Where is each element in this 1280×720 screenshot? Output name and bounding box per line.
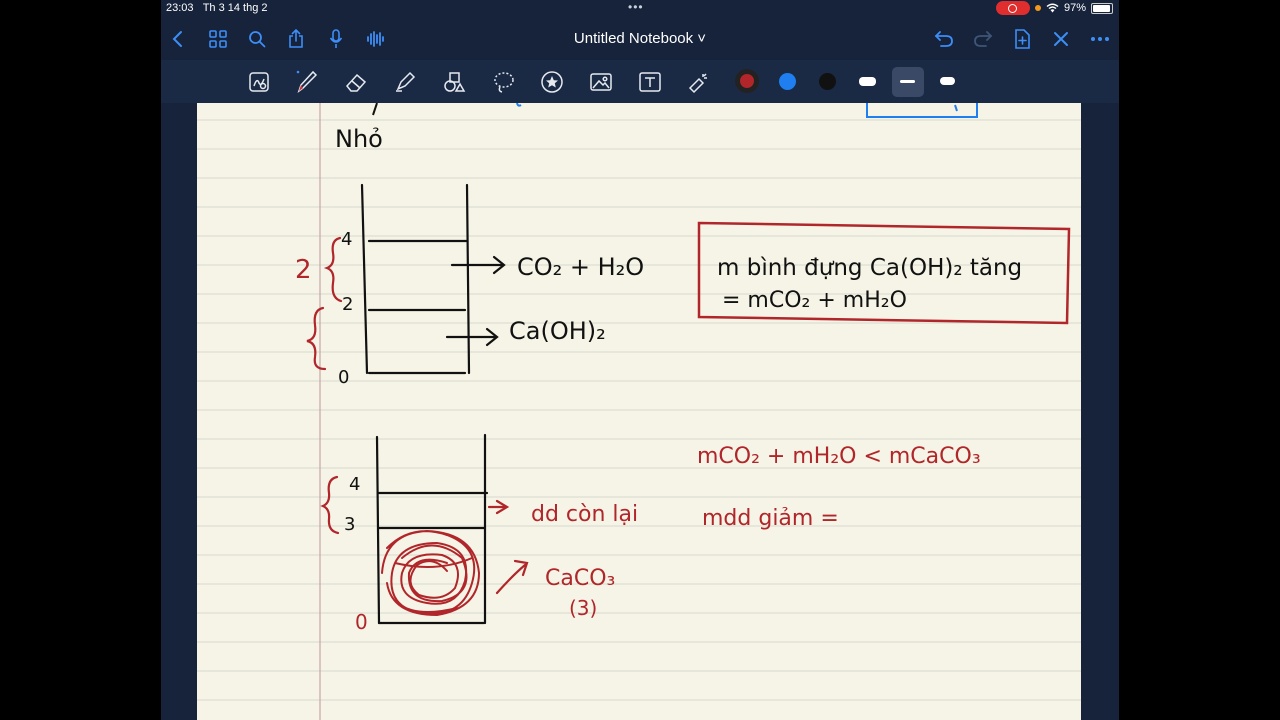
ink-stroke-blue-top bbox=[516, 103, 522, 107]
brace-upper bbox=[323, 236, 343, 303]
color-swatch-blue[interactable] bbox=[779, 73, 796, 90]
status-date: Th 3 14 thg 2 bbox=[202, 2, 268, 14]
drawing-toolbar bbox=[161, 60, 1119, 103]
note-mdd-giam: mdd giảm = bbox=[702, 506, 839, 531]
box-line-1: m bình đựng Ca(OH)₂ tăng bbox=[717, 255, 1022, 281]
d1-label-0: 0 bbox=[338, 367, 349, 388]
stroke-width-thick[interactable] bbox=[940, 77, 955, 85]
stroke-width-thin[interactable] bbox=[859, 77, 876, 86]
note-mass-comparison: mCO₂ + mH₂O < mCaCO₃ bbox=[697, 444, 981, 469]
d2-output-dd-con-lai: dd còn lại bbox=[531, 502, 638, 527]
d2-label-3: 3 bbox=[344, 514, 355, 535]
note-top-word: Nhỏ bbox=[335, 125, 383, 153]
d2-output-caco3-sub: (3) bbox=[569, 596, 597, 620]
ink-stroke-top bbox=[372, 103, 378, 116]
selected-color-dot bbox=[740, 74, 754, 88]
brace-lower bbox=[306, 306, 327, 371]
lasso-read-mode-icon[interactable] bbox=[246, 69, 272, 95]
d1-label-4: 4 bbox=[341, 229, 352, 250]
app-window: 23:03 Th 3 14 thg 2 ••• 97% Untitled Not… bbox=[161, 0, 1119, 720]
battery-percent: 97% bbox=[1063, 2, 1086, 14]
d2-label-4: 4 bbox=[349, 474, 360, 495]
notebook-page[interactable]: Nhỏ 4 2 0 2 CO₂ + H₂O Ca(OH)₂ m bình đựn… bbox=[197, 103, 1081, 720]
status-bar: 23:03 Th 3 14 thg 2 ••• 97% bbox=[161, 0, 1119, 18]
undo-icon[interactable] bbox=[932, 27, 956, 51]
screen-recording-icon[interactable] bbox=[995, 1, 1030, 15]
close-icon[interactable] bbox=[1049, 27, 1073, 51]
highlighter-tool-icon[interactable] bbox=[392, 69, 418, 95]
d1-label-2: 2 bbox=[342, 294, 353, 315]
arrow-d2-upper bbox=[487, 499, 510, 515]
text-tool-icon[interactable] bbox=[637, 69, 663, 95]
more-options-icon[interactable] bbox=[1088, 27, 1112, 51]
blue-box-partial bbox=[866, 103, 978, 118]
d2-label-0: 0 bbox=[355, 610, 368, 634]
battery-icon bbox=[1091, 2, 1113, 14]
eraser-tool-icon[interactable] bbox=[343, 69, 369, 95]
status-time: 23:03 Th 3 14 thg 2 bbox=[166, 2, 268, 14]
image-tool-icon[interactable] bbox=[588, 69, 614, 95]
handwriting-layer: Nhỏ 4 2 0 2 CO₂ + H₂O Ca(OH)₂ m bình đựn… bbox=[295, 103, 1071, 634]
brace-d2 bbox=[320, 475, 340, 535]
mic-indicator-icon bbox=[1034, 5, 1041, 11]
d1-brace-label-2: 2 bbox=[295, 255, 312, 285]
d1-output-co2-h2o: CO₂ + H₂O bbox=[517, 253, 644, 281]
box-line-2: = mCO₂ + mH₂O bbox=[722, 288, 907, 313]
d1-output-caoh2: Ca(OH)₂ bbox=[509, 317, 606, 345]
beaker-diagram-1 bbox=[360, 183, 506, 375]
redo-icon[interactable] bbox=[971, 27, 995, 51]
nav-bar: Untitled Notebook ˅ bbox=[161, 18, 1119, 60]
multitask-dots-icon[interactable]: ••• bbox=[628, 0, 644, 14]
d2-output-caco3: CaCO₃ bbox=[545, 566, 615, 591]
shapes-tool-icon[interactable] bbox=[441, 69, 467, 95]
lasso-tool-icon[interactable] bbox=[491, 69, 517, 95]
wifi-icon bbox=[1046, 3, 1059, 13]
add-page-icon[interactable] bbox=[1010, 27, 1034, 51]
precipitate-scribble bbox=[381, 529, 481, 617]
stroke-width-medium-bar bbox=[900, 80, 915, 83]
laser-pointer-icon[interactable] bbox=[686, 69, 712, 95]
pen-tool-icon[interactable] bbox=[294, 69, 320, 95]
color-swatch-black[interactable] bbox=[819, 73, 836, 90]
arrow-d2-lower bbox=[495, 559, 529, 595]
sticker-tool-icon[interactable] bbox=[539, 69, 565, 95]
